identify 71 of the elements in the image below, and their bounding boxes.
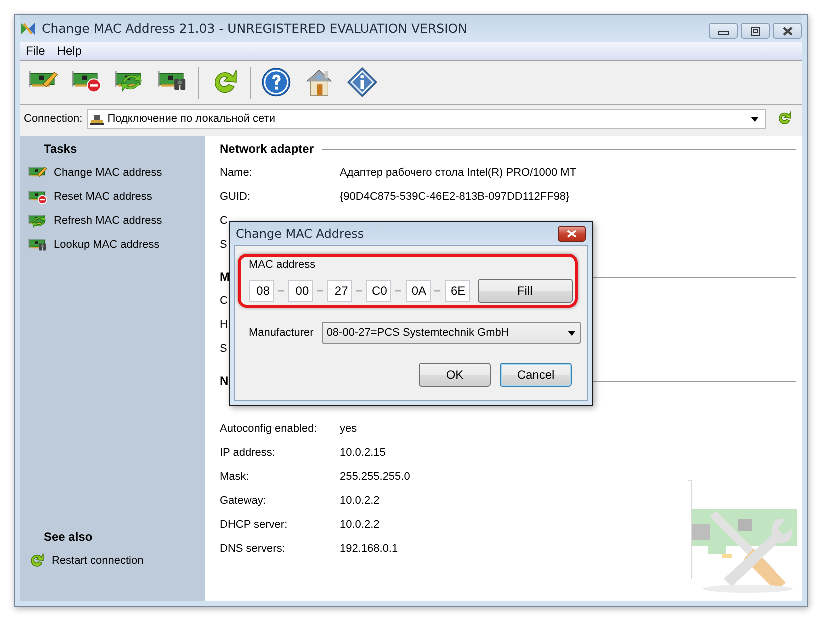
task-link[interactable]: Restart connection xyxy=(52,555,144,567)
menu-item[interactable]: File xyxy=(20,44,52,58)
help-icon[interactable] xyxy=(261,67,292,98)
card-arrows-icon xyxy=(28,212,48,230)
section-heading: N xyxy=(220,374,229,388)
task-link[interactable]: Refresh MAC address xyxy=(54,215,162,227)
field-label: C xyxy=(220,215,228,227)
octet-field[interactable]: 08 xyxy=(249,280,274,302)
field-label: Gateway: xyxy=(220,495,266,507)
ok-button[interactable]: OK xyxy=(419,363,491,387)
field-label: DNS servers: xyxy=(220,543,286,555)
close-button[interactable] xyxy=(773,23,802,39)
octet-field[interactable]: C0 xyxy=(366,280,392,302)
home-icon[interactable] xyxy=(304,67,335,98)
field-label: Name: xyxy=(220,167,252,179)
field-value: {90D4C875-539C-46E2-813B-097DD112FF98} xyxy=(340,191,570,203)
network-icon xyxy=(90,112,104,126)
maximize-icon xyxy=(750,26,762,36)
card-minus-icon xyxy=(28,188,48,206)
field-label: IP address: xyxy=(220,447,276,459)
info-icon[interactable] xyxy=(347,67,378,98)
manufacturer-label: Manufacturer xyxy=(249,327,314,339)
field-value: Адаптер рабочего стола Intel(R) PRO/1000 MT xyxy=(340,167,577,179)
cancel-button[interactable]: Cancel xyxy=(500,363,572,387)
connection-dropdown[interactable]: Подключение по локальной сети xyxy=(86,109,766,129)
fill-button[interactable]: Fill xyxy=(478,279,573,303)
field-label: S xyxy=(220,239,228,251)
see-also-heading: See also xyxy=(43,529,94,546)
octet-separator: – xyxy=(278,285,284,297)
maximize-button[interactable] xyxy=(741,23,770,39)
close-button[interactable] xyxy=(558,226,586,242)
field-label: H xyxy=(220,319,228,331)
field-value: 192.168.0.1 xyxy=(340,543,398,555)
task-link[interactable]: Change MAC address xyxy=(54,167,162,179)
octet-field[interactable]: 0A xyxy=(406,280,430,302)
dialog-title: Change MAC Address xyxy=(235,226,364,240)
field-label: GUID: xyxy=(220,191,251,203)
minimize-button[interactable] xyxy=(709,23,738,39)
field-value: 255.255.255.0 xyxy=(340,471,410,483)
field-value: yes xyxy=(340,423,358,435)
octet-field[interactable]: 00 xyxy=(288,280,314,302)
section-heading: Network adapter xyxy=(220,142,314,156)
octet-separator: – xyxy=(317,285,324,297)
refresh-icon xyxy=(28,552,46,570)
close-icon xyxy=(782,26,794,36)
field-label: S xyxy=(220,343,228,355)
field-value: 10.0.2.2 xyxy=(340,519,380,531)
manufacturer-dropdown[interactable]: 08-00-27=PCS Systemtechnik GmbH xyxy=(322,322,581,344)
dropdown-arrow-icon xyxy=(751,116,759,122)
field-label: Mask: xyxy=(220,471,250,483)
connection-label: Connection: xyxy=(24,113,83,125)
octet-field[interactable]: 27 xyxy=(327,280,352,302)
octet-field[interactable]: 6E xyxy=(444,280,470,302)
octet-separator: – xyxy=(395,285,402,297)
octet-separator: – xyxy=(434,285,441,297)
dropdown-arrow-icon xyxy=(568,330,576,336)
task-link[interactable]: Reset MAC address xyxy=(54,191,152,203)
menu-item[interactable]: Help xyxy=(51,44,88,58)
field-label: C xyxy=(220,295,228,307)
tasks-heading: Tasks xyxy=(43,141,78,158)
close-icon xyxy=(567,230,577,238)
mac-address-label: MAC address xyxy=(249,259,316,271)
task-link[interactable]: Lookup MAC address xyxy=(54,239,160,251)
section-heading: M xyxy=(220,270,230,284)
field-value: 10.0.2.15 xyxy=(340,447,386,459)
field-label: Autoconfig enabled: xyxy=(220,423,318,435)
octet-separator: – xyxy=(356,285,362,297)
window-title: Change MAC Address 21.03 - UNREGISTERED EVALUATION VERSION xyxy=(42,21,468,36)
field-value: 10.0.2.2 xyxy=(340,495,380,507)
app-logo-icon xyxy=(20,20,36,36)
field-label: DHCP server: xyxy=(220,519,288,531)
